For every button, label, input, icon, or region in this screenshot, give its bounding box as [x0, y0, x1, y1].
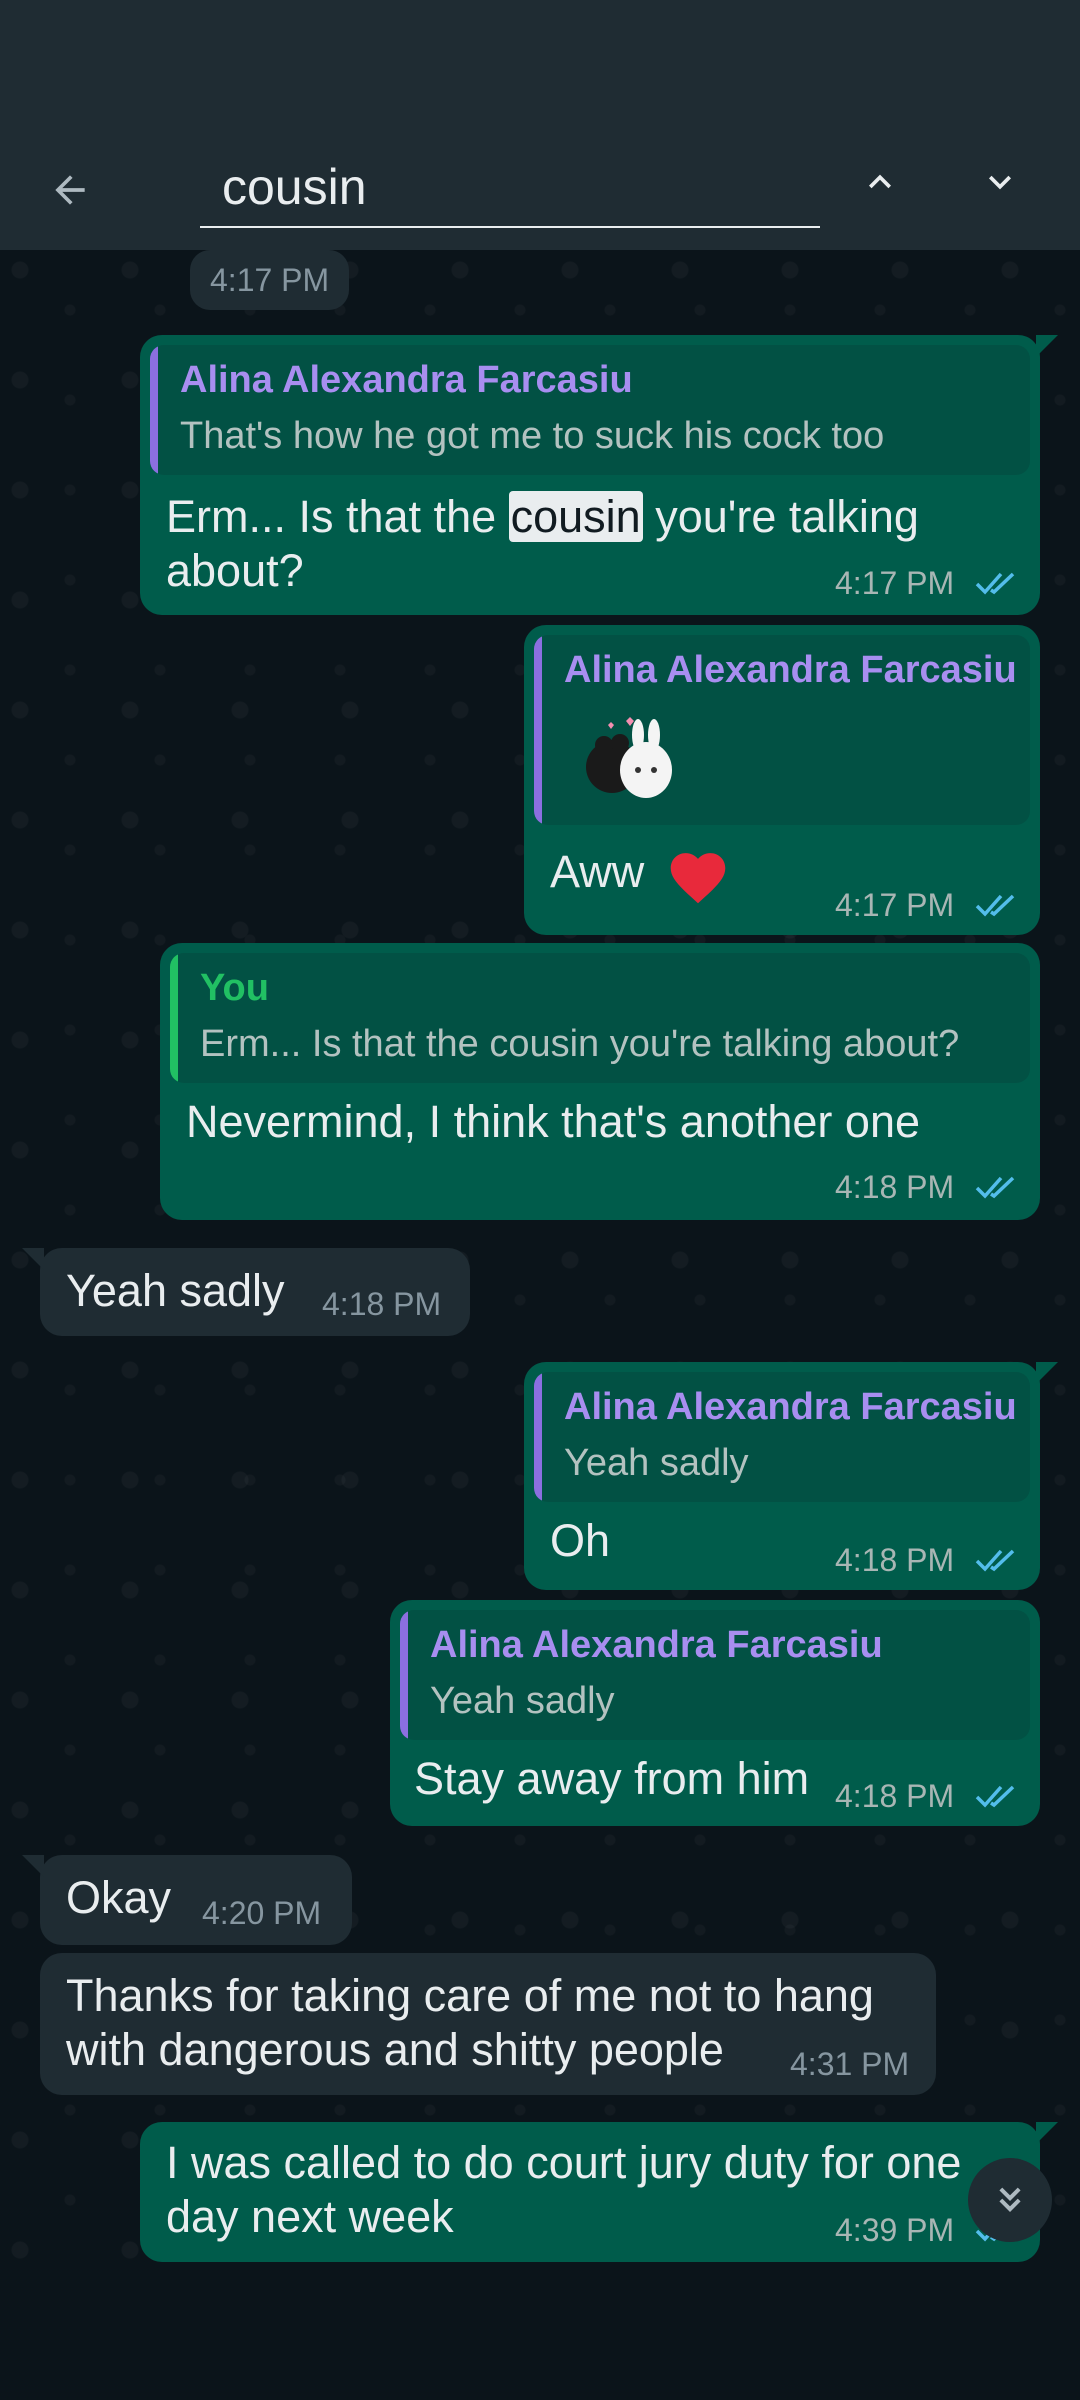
double-check-icon [975, 1549, 1015, 1572]
message-text: Okay [66, 1872, 172, 1923]
message-time: 4:18 PM [835, 1169, 955, 1205]
quote-bar [170, 953, 178, 1083]
quote-bar [150, 345, 158, 475]
message-text: Yeah sadly [66, 1265, 285, 1316]
bubble-tail [1036, 335, 1058, 357]
scroll-to-bottom-button[interactable] [968, 2158, 1052, 2242]
message-time: 4:31 PM [790, 2046, 910, 2082]
navigation-bar [0, 2280, 1080, 2400]
incoming-message[interactable]: Thanks for taking care of me not to hang… [40, 1953, 936, 2095]
message-time: 4:18 PM [835, 1542, 955, 1578]
search-input[interactable] [220, 150, 804, 224]
message-time: 4:17 PM [835, 887, 955, 923]
message-time: 4:17 PM [835, 565, 955, 601]
chevron-down-icon [989, 175, 1011, 190]
incoming-message[interactable]: Yeah sadly 4:18 PM [22, 1248, 470, 1336]
bubble-tail [1036, 2122, 1058, 2144]
status-bar [0, 0, 1080, 150]
quoted-message[interactable]: Alina Alexandra Farcasiu [534, 635, 1030, 825]
red-heart-emoji [670, 853, 725, 904]
outgoing-message[interactable]: Alina Alexandra Farcasiu Yeah sadly Oh 4… [524, 1362, 1058, 1590]
message-text: Stay away from him [414, 1753, 810, 1804]
double-check-icon [975, 1176, 1015, 1199]
arrow-left-icon [55, 175, 85, 205]
search-field[interactable] [200, 150, 820, 228]
message-text: Aww [550, 845, 731, 905]
quote-bar [534, 635, 542, 825]
quoted-message[interactable]: Alina Alexandra Farcasiu That's how he g… [150, 345, 1030, 475]
bubble-tail [1036, 1362, 1058, 1384]
outgoing-message[interactable]: Alina Alexandra Farcasiu Yeah sadly Stay… [390, 1600, 1040, 1826]
time-pill: 4:17 PM [190, 250, 350, 310]
quote-author: Alina Alexandra Farcasiu [180, 359, 633, 401]
message-time: 4:18 PM [322, 1286, 442, 1322]
incoming-message[interactable]: Okay 4:20 PM [22, 1855, 352, 1945]
quote-text: Erm... Is that the cousin you're talking… [200, 1023, 960, 1065]
outgoing-message[interactable]: You Erm... Is that the cousin you're tal… [160, 943, 1040, 1220]
message-text-part: Aww [550, 846, 645, 897]
quote-author: Alina Alexandra Farcasiu [564, 649, 1017, 691]
double-check-icon [975, 894, 1015, 917]
message-text: Oh [550, 1515, 611, 1566]
quoted-message[interactable]: Alina Alexandra Farcasiu Yeah sadly [534, 1372, 1030, 1502]
quote-text: Yeah sadly [430, 1680, 615, 1722]
quoted-message[interactable]: You Erm... Is that the cousin you're tal… [170, 953, 1030, 1083]
bubble-tail [22, 1248, 44, 1270]
message-time: 4:18 PM [835, 1778, 955, 1814]
quote-text: That's how he got me to suck his cock to… [180, 415, 885, 457]
search-highlight: cousin [508, 491, 643, 542]
double-chevron-down-icon [999, 2187, 1021, 2213]
quote-author: Alina Alexandra Farcasiu [564, 1386, 1017, 1428]
message-time: 4:20 PM [202, 1895, 322, 1931]
quote-author: Alina Alexandra Farcasiu [430, 1624, 883, 1666]
quoted-message[interactable]: Alina Alexandra Farcasiu Yeah sadly [400, 1610, 1030, 1740]
outgoing-message[interactable]: Alina Alexandra Farcasiu Aww 4:17 PM [524, 625, 1040, 935]
previous-match-button[interactable] [850, 152, 910, 212]
bubble-tail [22, 1855, 44, 1877]
outgoing-message[interactable]: Alina Alexandra Farcasiu That's how he g… [140, 335, 1058, 615]
chat-area: 4:17 PM Alina Alexandra Farcasiu That's … [0, 250, 1080, 2280]
message-time: 4:39 PM [835, 2212, 955, 2248]
message-text-part: Erm... Is that the [166, 491, 509, 542]
quote-bar [534, 1372, 542, 1502]
next-match-button[interactable] [970, 152, 1030, 212]
message-text: Nevermind, I think that's another one [186, 1096, 920, 1147]
chevron-up-icon [869, 174, 891, 189]
back-button[interactable] [40, 160, 100, 220]
quote-author: You [200, 967, 269, 1009]
quote-text: Yeah sadly [564, 1442, 749, 1484]
double-check-icon [975, 1785, 1015, 1808]
double-check-icon [975, 572, 1015, 595]
sticker-thumbnail [586, 717, 672, 798]
outgoing-message[interactable]: I was called to do court jury duty for o… [140, 2122, 1058, 2262]
quote-bar [400, 1610, 408, 1740]
